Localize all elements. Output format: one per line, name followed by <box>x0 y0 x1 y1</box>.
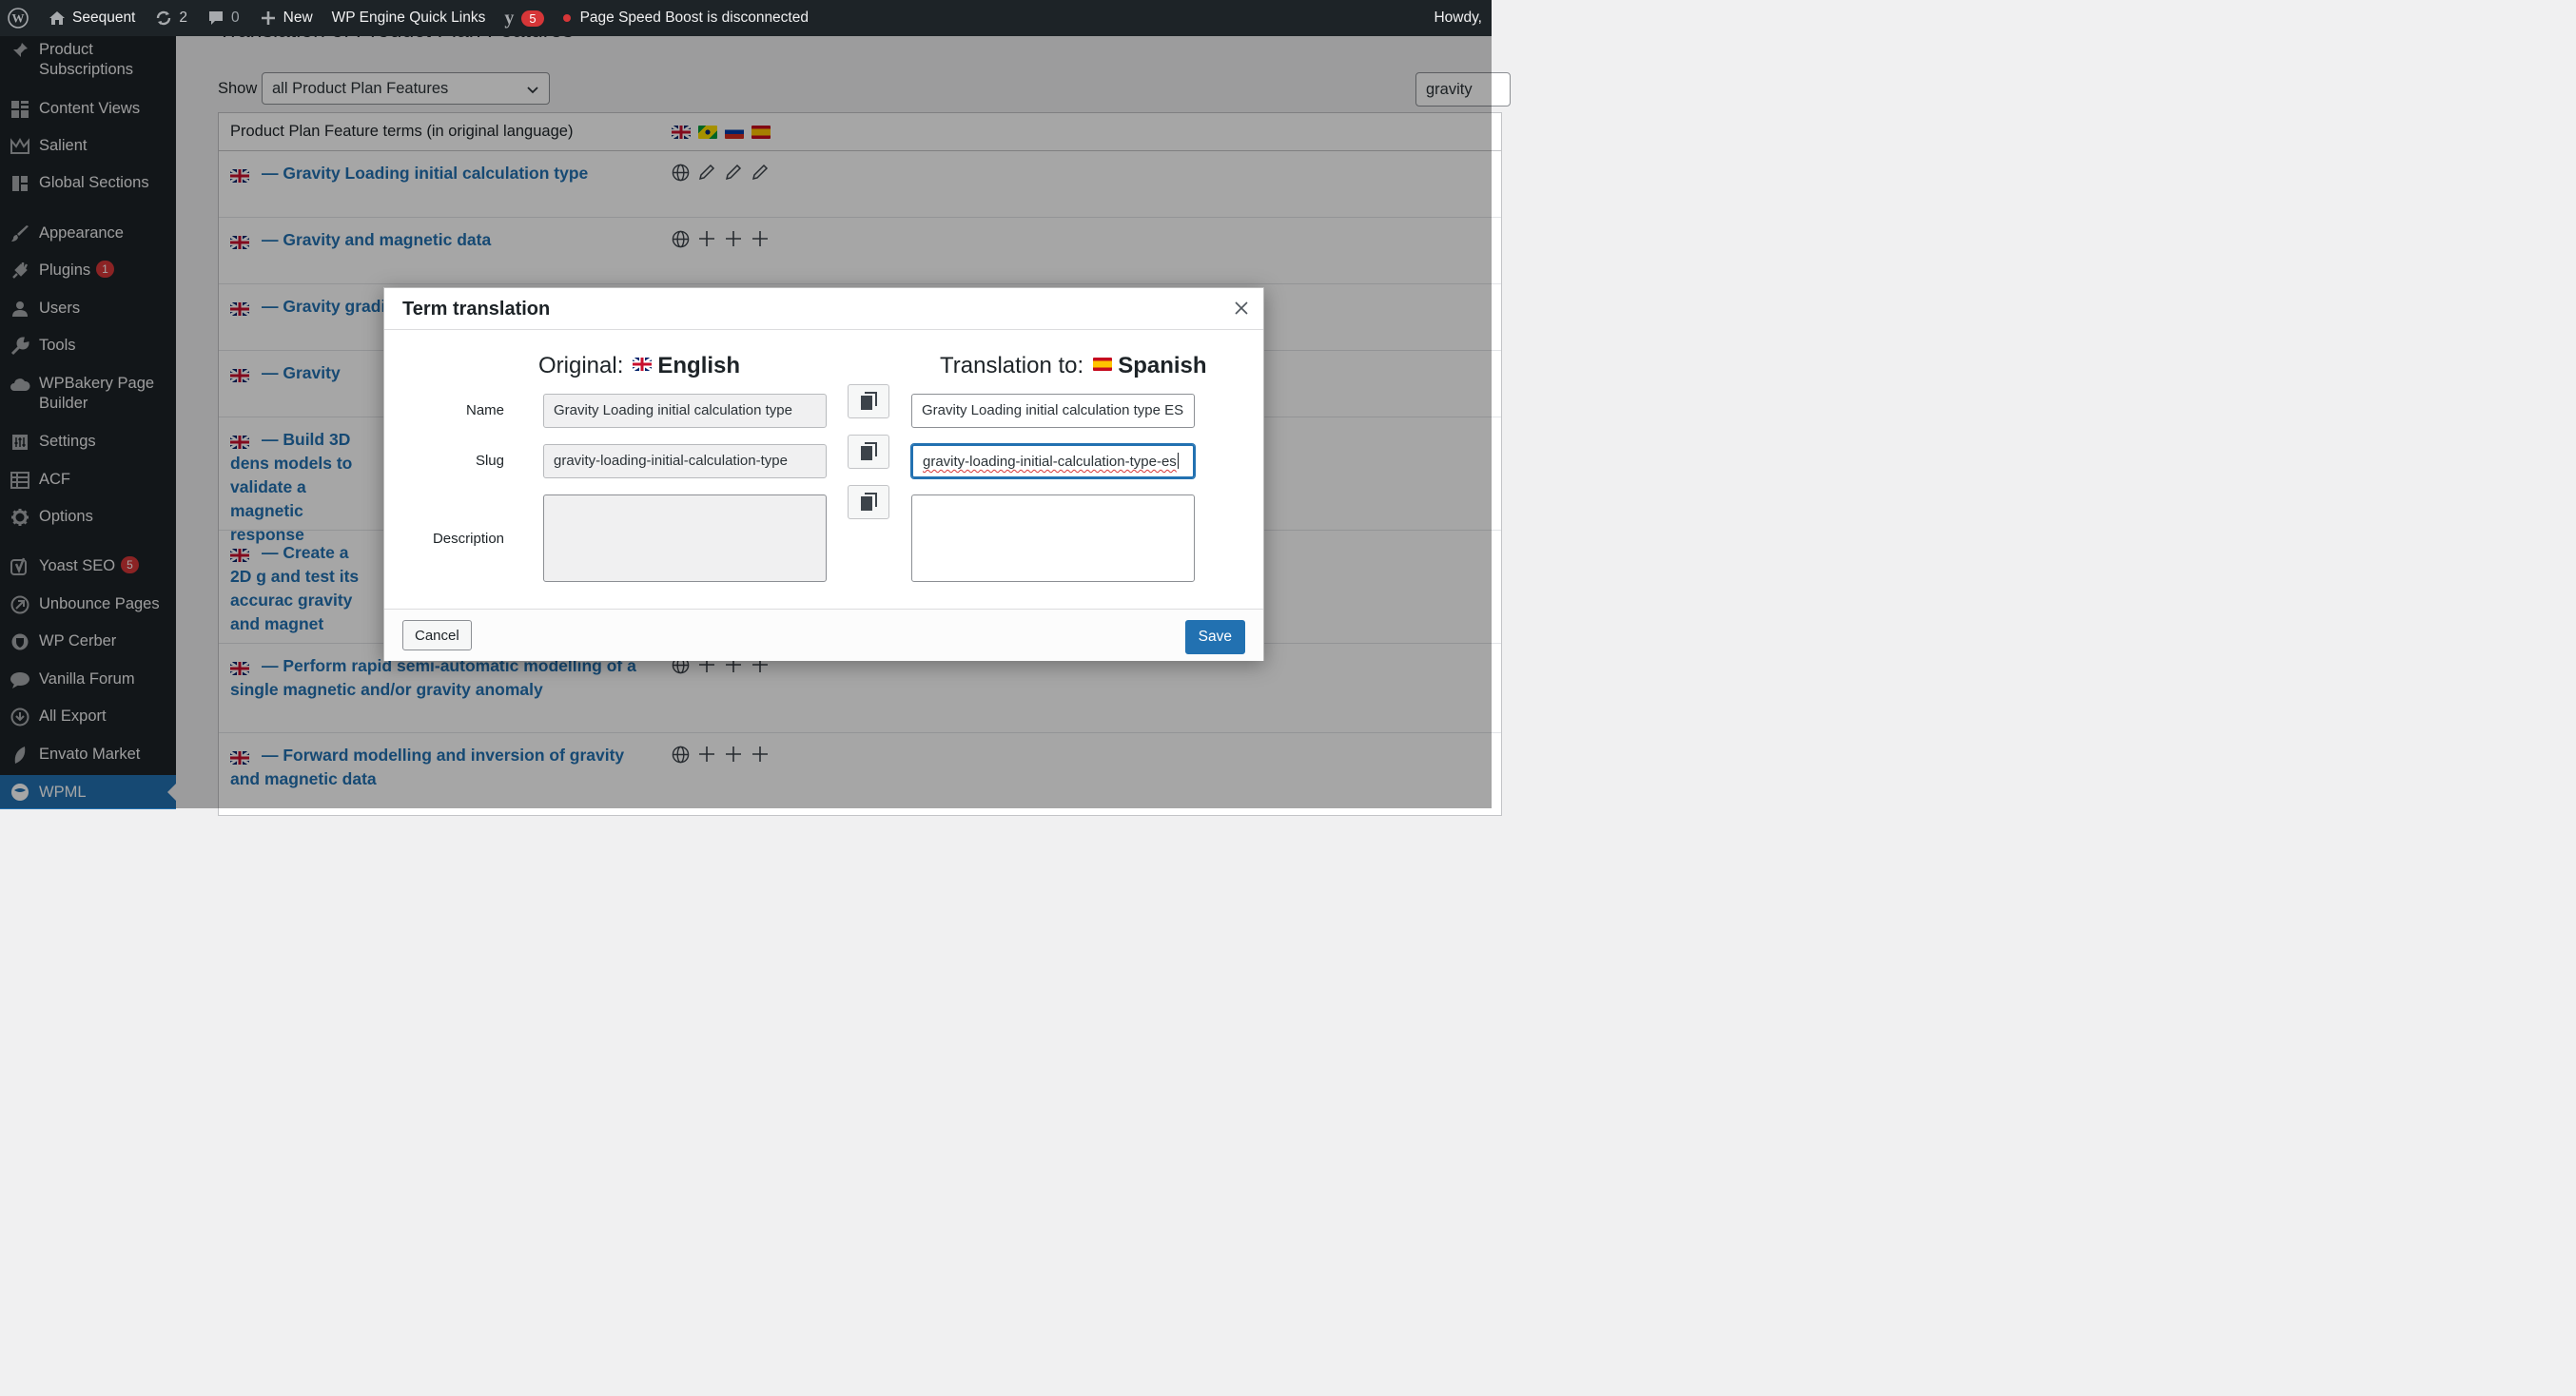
save-button[interactable]: Save <box>1184 620 1245 654</box>
copy-icon <box>861 442 877 460</box>
text-caret <box>1177 453 1179 469</box>
translated-name-input[interactable]: Gravity Loading initial calculation type… <box>911 394 1195 428</box>
description-label: Description <box>432 531 504 547</box>
close-icon[interactable] <box>1233 300 1250 317</box>
new-content-link[interactable]: New <box>249 0 322 36</box>
quick-links-menu[interactable]: WP Engine Quick Links <box>322 0 496 36</box>
copy-icon <box>861 392 877 410</box>
name-label: Name <box>465 402 504 418</box>
translated-description-input[interactable] <box>911 494 1195 582</box>
admin-bar: W Seequent 2 0 New WP Engine Quick Links… <box>0 0 1492 36</box>
updates-link[interactable]: 2 <box>145 0 197 36</box>
term-translation-dialog: Term translation Original: English Transl… <box>383 287 1264 661</box>
original-description-field <box>543 494 827 582</box>
translation-language-heading: Translation to: Spanish <box>940 353 1207 378</box>
cancel-button[interactable]: Cancel <box>402 620 472 650</box>
original-language-heading: Original: English <box>538 353 741 378</box>
dialog-title: Term translation <box>402 299 551 320</box>
copy-icon <box>861 493 877 511</box>
dialog-footer: Cancel Save <box>384 609 1263 661</box>
account-menu[interactable]: Howdy, <box>1424 0 1492 36</box>
wordpress-logo-icon[interactable]: W <box>0 0 38 36</box>
svg-text:W: W <box>12 11 25 26</box>
status-dot-icon <box>562 14 571 22</box>
site-name-link[interactable]: Seequent <box>38 0 145 36</box>
copy-slug-button[interactable] <box>848 435 889 469</box>
copy-name-button[interactable] <box>848 384 889 418</box>
dialog-header: Term translation <box>384 288 1263 330</box>
slug-label: Slug <box>475 453 504 469</box>
uk-flag-icon <box>633 358 653 371</box>
copy-description-button[interactable] <box>848 485 889 519</box>
yoast-icon: y <box>504 7 515 29</box>
speed-boost-status[interactable]: Page Speed Boost is disconnected <box>554 0 818 36</box>
spain-flag-icon <box>1093 358 1113 371</box>
yoast-menu[interactable]: y 5 <box>495 0 553 36</box>
home-icon <box>48 9 67 28</box>
original-slug-field: gravity-loading-initial-calculation-type <box>543 444 827 478</box>
refresh-icon <box>154 9 173 28</box>
original-name-field: Gravity Loading initial calculation type <box>543 394 827 428</box>
plus-icon <box>259 9 278 28</box>
comment-icon <box>206 9 225 28</box>
translated-slug-input[interactable]: gravity-loading-initial-calculation-type… <box>911 444 1195 478</box>
comments-link[interactable]: 0 <box>197 0 249 36</box>
